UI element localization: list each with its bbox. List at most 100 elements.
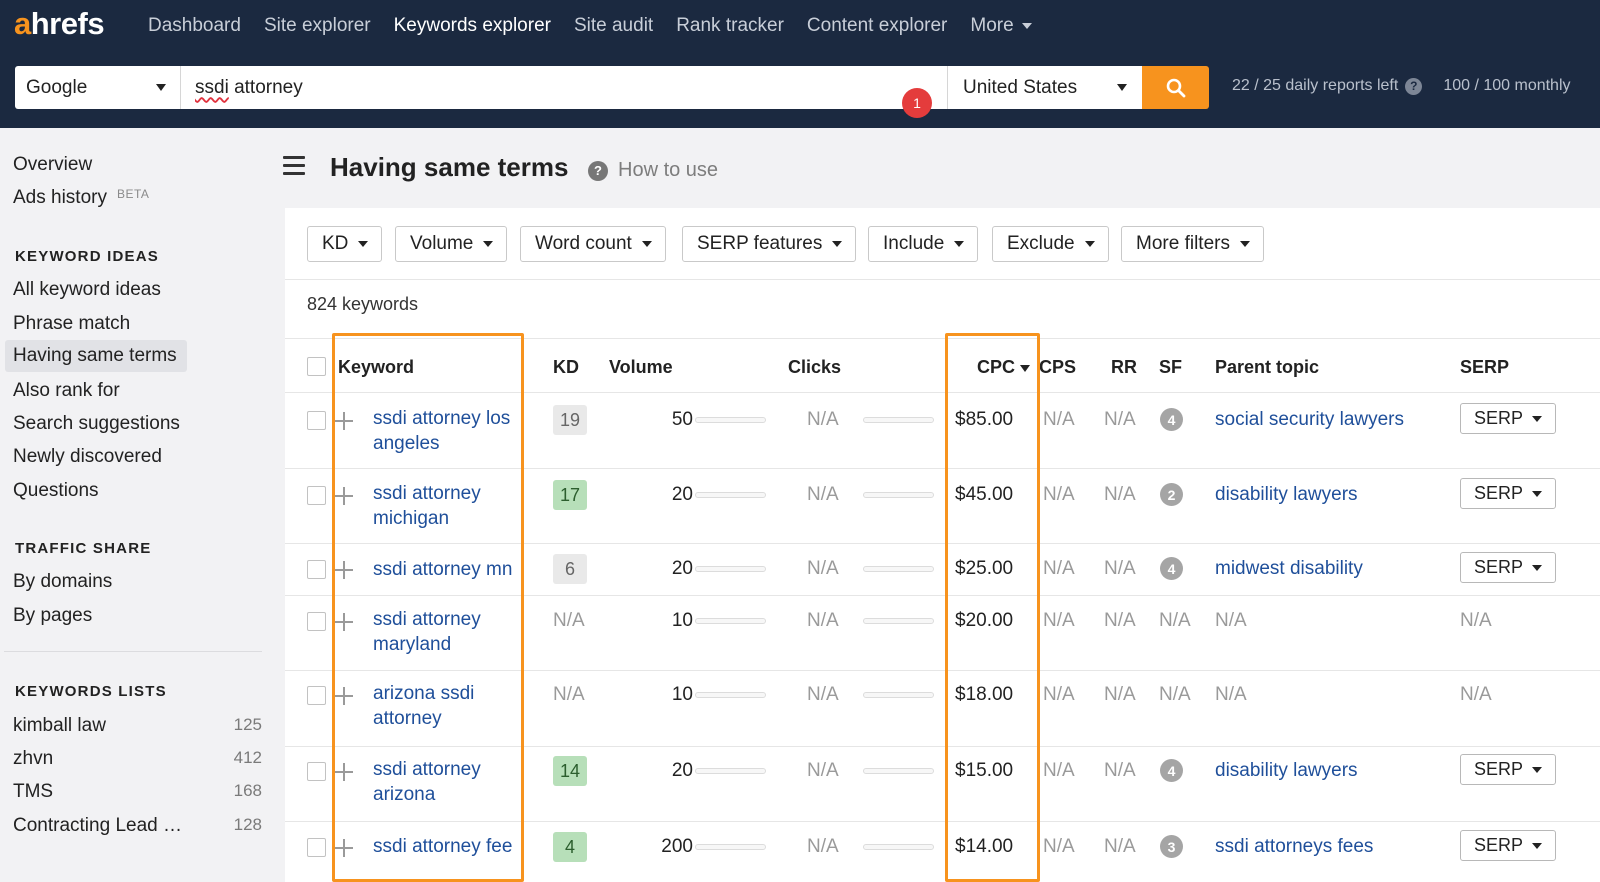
nav-keywords-explorer[interactable]: Keywords explorer xyxy=(394,15,551,37)
question-circle-icon[interactable]: ? xyxy=(1405,77,1423,95)
keyword-list-name: kimball law xyxy=(13,715,106,736)
plus-icon[interactable] xyxy=(335,613,353,631)
keyword-search-input[interactable]: ssdi attorney xyxy=(181,66,947,109)
sidebar-item-search-suggestions[interactable]: Search suggestions xyxy=(13,413,180,435)
sidebar-item-ads-history[interactable]: Ads history BETA xyxy=(13,187,149,209)
row-checkbox[interactable] xyxy=(307,612,326,631)
serp-features-count[interactable]: 4 xyxy=(1160,557,1183,580)
hamburger-menu-icon[interactable] xyxy=(283,156,307,176)
plus-icon[interactable] xyxy=(335,687,353,705)
column-cpc[interactable]: CPC xyxy=(977,357,1031,378)
parent-topic-link[interactable]: social security lawyers xyxy=(1215,409,1404,431)
keyword-link[interactable]: ssdi attorney mn xyxy=(373,557,543,582)
notification-badge[interactable]: 1 xyxy=(902,88,932,118)
sidebar-item-overview[interactable]: Overview xyxy=(13,154,92,176)
column-parent-topic[interactable]: Parent topic xyxy=(1215,357,1319,378)
filter-kd-button[interactable]: KD xyxy=(307,226,383,262)
nav-site-audit[interactable]: Site audit xyxy=(574,15,653,37)
keyword-list-item[interactable]: Contracting Lead … 128 xyxy=(13,815,262,837)
row-checkbox[interactable] xyxy=(307,486,326,505)
filter-volume-button[interactable]: Volume xyxy=(395,226,508,262)
keyword-link[interactable]: ssdi attorney los angeles xyxy=(373,406,538,456)
country-select[interactable]: United States xyxy=(947,66,1142,109)
cps-value: N/A xyxy=(1043,610,1075,631)
clicks-value: N/A xyxy=(807,484,839,505)
column-serp[interactable]: SERP xyxy=(1460,357,1509,378)
serp-button[interactable]: SERP xyxy=(1460,754,1556,785)
column-rr[interactable]: RR xyxy=(1111,357,1137,378)
row-checkbox[interactable] xyxy=(307,560,326,579)
keyword-link[interactable]: ssdi attorney arizona xyxy=(373,757,538,807)
keyword-link[interactable]: ssdi attorney michigan xyxy=(373,481,538,531)
parent-topic-link[interactable]: ssdi attorneys fees xyxy=(1215,836,1373,858)
plus-icon[interactable] xyxy=(335,487,353,505)
filter-word-count-button[interactable]: Word count xyxy=(520,226,666,262)
column-keyword[interactable]: Keyword xyxy=(338,357,414,378)
rr-value: N/A xyxy=(1104,558,1136,579)
ahrefs-logo[interactable]: ahrefs xyxy=(14,6,105,44)
nav-more-menu[interactable]: More xyxy=(970,15,1032,37)
nav-site-explorer[interactable]: Site explorer xyxy=(264,15,371,37)
sidebar-item-all-keyword-ideas[interactable]: All keyword ideas xyxy=(13,279,161,301)
search-engine-select[interactable]: Google xyxy=(15,66,181,109)
row-checkbox[interactable] xyxy=(307,411,326,430)
plus-icon[interactable] xyxy=(335,561,353,579)
search-button[interactable] xyxy=(1142,66,1209,109)
sidebar-item-by-domains[interactable]: By domains xyxy=(13,571,112,593)
column-clicks[interactable]: Clicks xyxy=(788,357,841,378)
sidebar-item-having-same-terms[interactable]: Having same terms xyxy=(5,340,187,372)
nav-content-explorer[interactable]: Content explorer xyxy=(807,15,947,37)
clicks-trend-bar xyxy=(863,618,934,624)
plus-icon[interactable] xyxy=(335,763,353,781)
serp-features-count[interactable]: 4 xyxy=(1160,759,1183,782)
filter-serp-features-button[interactable]: SERP features xyxy=(682,226,857,262)
cps-value: N/A xyxy=(1043,484,1075,505)
serp-button[interactable]: SERP xyxy=(1460,403,1556,434)
volume-value: 20 xyxy=(671,484,693,505)
sidebar-item-also-rank-for[interactable]: Also rank for xyxy=(13,380,120,402)
keyword-list-item[interactable]: zhvn 412 xyxy=(13,748,262,770)
plus-icon[interactable] xyxy=(335,839,353,857)
parent-topic-link[interactable]: disability lawyers xyxy=(1215,484,1358,506)
sidebar-item-newly-discovered[interactable]: Newly discovered xyxy=(13,446,162,468)
serp-button-label: SERP xyxy=(1473,408,1524,428)
volume-trend-bar xyxy=(695,566,766,572)
filter-exclude-button[interactable]: Exclude xyxy=(992,226,1109,262)
row-checkbox[interactable] xyxy=(307,838,326,857)
column-cps[interactable]: CPS xyxy=(1039,357,1076,378)
filter-include-button[interactable]: Include xyxy=(868,226,979,262)
serp-features-count[interactable]: 2 xyxy=(1160,483,1183,506)
nav-rank-tracker[interactable]: Rank tracker xyxy=(676,15,784,37)
plus-icon[interactable] xyxy=(335,412,353,430)
sidebar-item-by-pages[interactable]: By pages xyxy=(13,605,92,627)
column-kd[interactable]: KD xyxy=(553,357,579,378)
sidebar-item-phrase-match[interactable]: Phrase match xyxy=(13,313,130,335)
parent-topic-value: N/A xyxy=(1215,684,1247,705)
column-sf[interactable]: SF xyxy=(1159,357,1182,378)
how-to-use-link[interactable]: ? How to use xyxy=(588,159,718,182)
row-checkbox[interactable] xyxy=(307,686,326,705)
parent-topic-link[interactable]: midwest disability xyxy=(1215,558,1363,580)
nav-more-label: More xyxy=(970,15,1014,36)
parent-topic-link[interactable]: disability lawyers xyxy=(1215,760,1358,782)
keyword-link[interactable]: arizona ssdi attorney xyxy=(373,681,538,731)
filter-more-filters-button[interactable]: More filters xyxy=(1121,226,1264,262)
serp-button-label: SERP xyxy=(1473,835,1524,855)
keyword-link[interactable]: ssdi attorney maryland xyxy=(373,607,538,657)
sidebar-item-questions[interactable]: Questions xyxy=(13,480,99,502)
serp-button[interactable]: SERP xyxy=(1460,552,1556,583)
column-volume[interactable]: Volume xyxy=(609,357,673,378)
cps-value: N/A xyxy=(1043,558,1075,579)
serp-features-count[interactable]: 3 xyxy=(1160,835,1183,858)
rr-value: N/A xyxy=(1104,760,1136,781)
keyword-list-item[interactable]: TMS 168 xyxy=(13,781,262,803)
table-header: Keyword KD Volume Clicks CPC CPS RR SF P… xyxy=(285,338,1600,393)
row-checkbox[interactable] xyxy=(307,762,326,781)
keyword-list-item[interactable]: kimball law 125 xyxy=(13,715,262,737)
nav-dashboard[interactable]: Dashboard xyxy=(148,15,241,37)
serp-features-count[interactable]: 4 xyxy=(1160,408,1183,431)
serp-button[interactable]: SERP xyxy=(1460,830,1556,861)
keyword-link[interactable]: ssdi attorney fee xyxy=(373,834,543,859)
select-all-checkbox[interactable] xyxy=(307,357,326,376)
serp-button[interactable]: SERP xyxy=(1460,478,1556,509)
